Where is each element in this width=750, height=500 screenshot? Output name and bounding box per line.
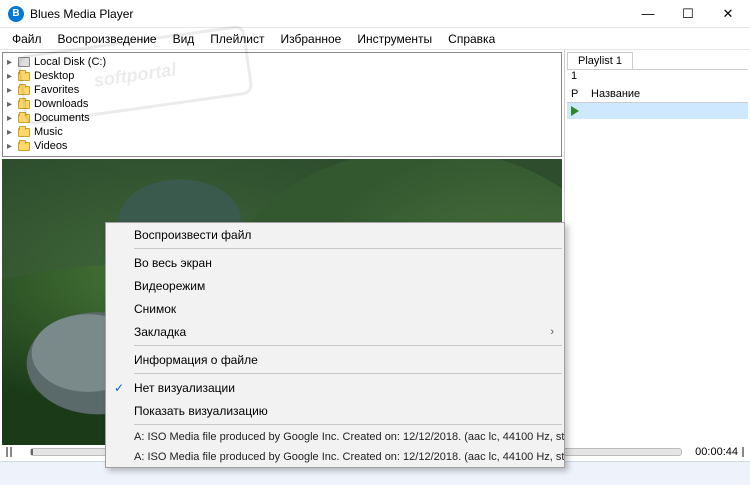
time-total: 00:00:44: [686, 446, 738, 458]
menu-help[interactable]: Справка: [440, 30, 503, 48]
playlist-tabs: Playlist 1: [567, 52, 748, 70]
titlebar: B Blues Media Player — ☐ ✕: [0, 0, 750, 28]
tree-label: Music: [34, 126, 63, 138]
tree-label: Favorites: [34, 84, 79, 96]
submenu-arrow-icon: ›: [550, 326, 554, 338]
tree-label: Videos: [34, 140, 67, 152]
playlist-row[interactable]: [567, 103, 748, 119]
tree-item-folder[interactable]: ▸Desktop: [7, 69, 557, 83]
seek-marks-left: [6, 447, 26, 457]
ctx-play-file[interactable]: Воспроизвести файл: [106, 223, 564, 246]
menubar: Файл Воспроизведение Вид Плейлист Избран…: [0, 28, 750, 50]
ctx-separator: [134, 373, 562, 374]
tree-item-folder[interactable]: ▸Favorites: [7, 83, 557, 97]
menu-playback[interactable]: Воспроизведение: [50, 30, 165, 48]
menu-playlist[interactable]: Плейлист: [202, 30, 272, 48]
ctx-separator: [134, 345, 562, 346]
file-tree[interactable]: ▸Local Disk (C:) ▸Desktop ▸Favorites ▸Do…: [2, 52, 562, 157]
ctx-fullscreen[interactable]: Во весь экран: [106, 251, 564, 274]
tree-item-folder[interactable]: ▸Documents: [7, 111, 557, 125]
tree-label: Documents: [34, 112, 90, 124]
ctx-file-info[interactable]: Информация о файле: [106, 348, 564, 371]
ctx-no-visualization[interactable]: ✓Нет визуализации: [106, 376, 564, 399]
playlist-count: 1: [565, 70, 750, 82]
app-title: Blues Media Player: [30, 7, 628, 21]
ctx-stream-info: A: ISO Media file produced by Google Inc…: [106, 427, 564, 447]
playlist-tab[interactable]: Playlist 1: [567, 52, 633, 69]
tree-item-folder[interactable]: ▸Music: [7, 125, 557, 139]
play-indicator-icon: [571, 106, 579, 116]
ctx-separator: [134, 248, 562, 249]
close-button[interactable]: ✕: [708, 1, 748, 27]
menu-view[interactable]: Вид: [165, 30, 203, 48]
menu-favorites[interactable]: Избранное: [273, 30, 350, 48]
minimize-button[interactable]: —: [628, 1, 668, 27]
tree-label: Downloads: [34, 98, 88, 110]
ctx-show-visualization[interactable]: Показать визуализацию: [106, 399, 564, 422]
tree-item-folder[interactable]: ▸Videos: [7, 139, 557, 153]
tree-item-drive[interactable]: ▸Local Disk (C:): [7, 55, 557, 69]
ctx-stream-info: A: ISO Media file produced by Google Inc…: [106, 447, 564, 467]
tree-item-folder[interactable]: ▸Downloads: [7, 97, 557, 111]
app-icon: B: [8, 6, 24, 22]
seek-mark-right: [742, 447, 744, 457]
check-icon: ✓: [114, 381, 124, 395]
tree-label: Local Disk (C:): [34, 56, 106, 68]
playlist-header: P Название: [567, 86, 748, 103]
ctx-video-mode[interactable]: Видеорежим: [106, 274, 564, 297]
col-playing: P: [571, 88, 591, 100]
tree-label: Desktop: [34, 70, 74, 82]
maximize-button[interactable]: ☐: [668, 1, 708, 27]
menu-tools[interactable]: Инструменты: [349, 30, 440, 48]
context-menu: Воспроизвести файл Во весь экран Видеоре…: [105, 222, 565, 468]
ctx-snapshot[interactable]: Снимок: [106, 297, 564, 320]
menu-file[interactable]: Файл: [4, 30, 50, 48]
col-name: Название: [591, 88, 640, 100]
ctx-separator: [134, 424, 562, 425]
ctx-bookmark[interactable]: Закладка›: [106, 320, 564, 343]
